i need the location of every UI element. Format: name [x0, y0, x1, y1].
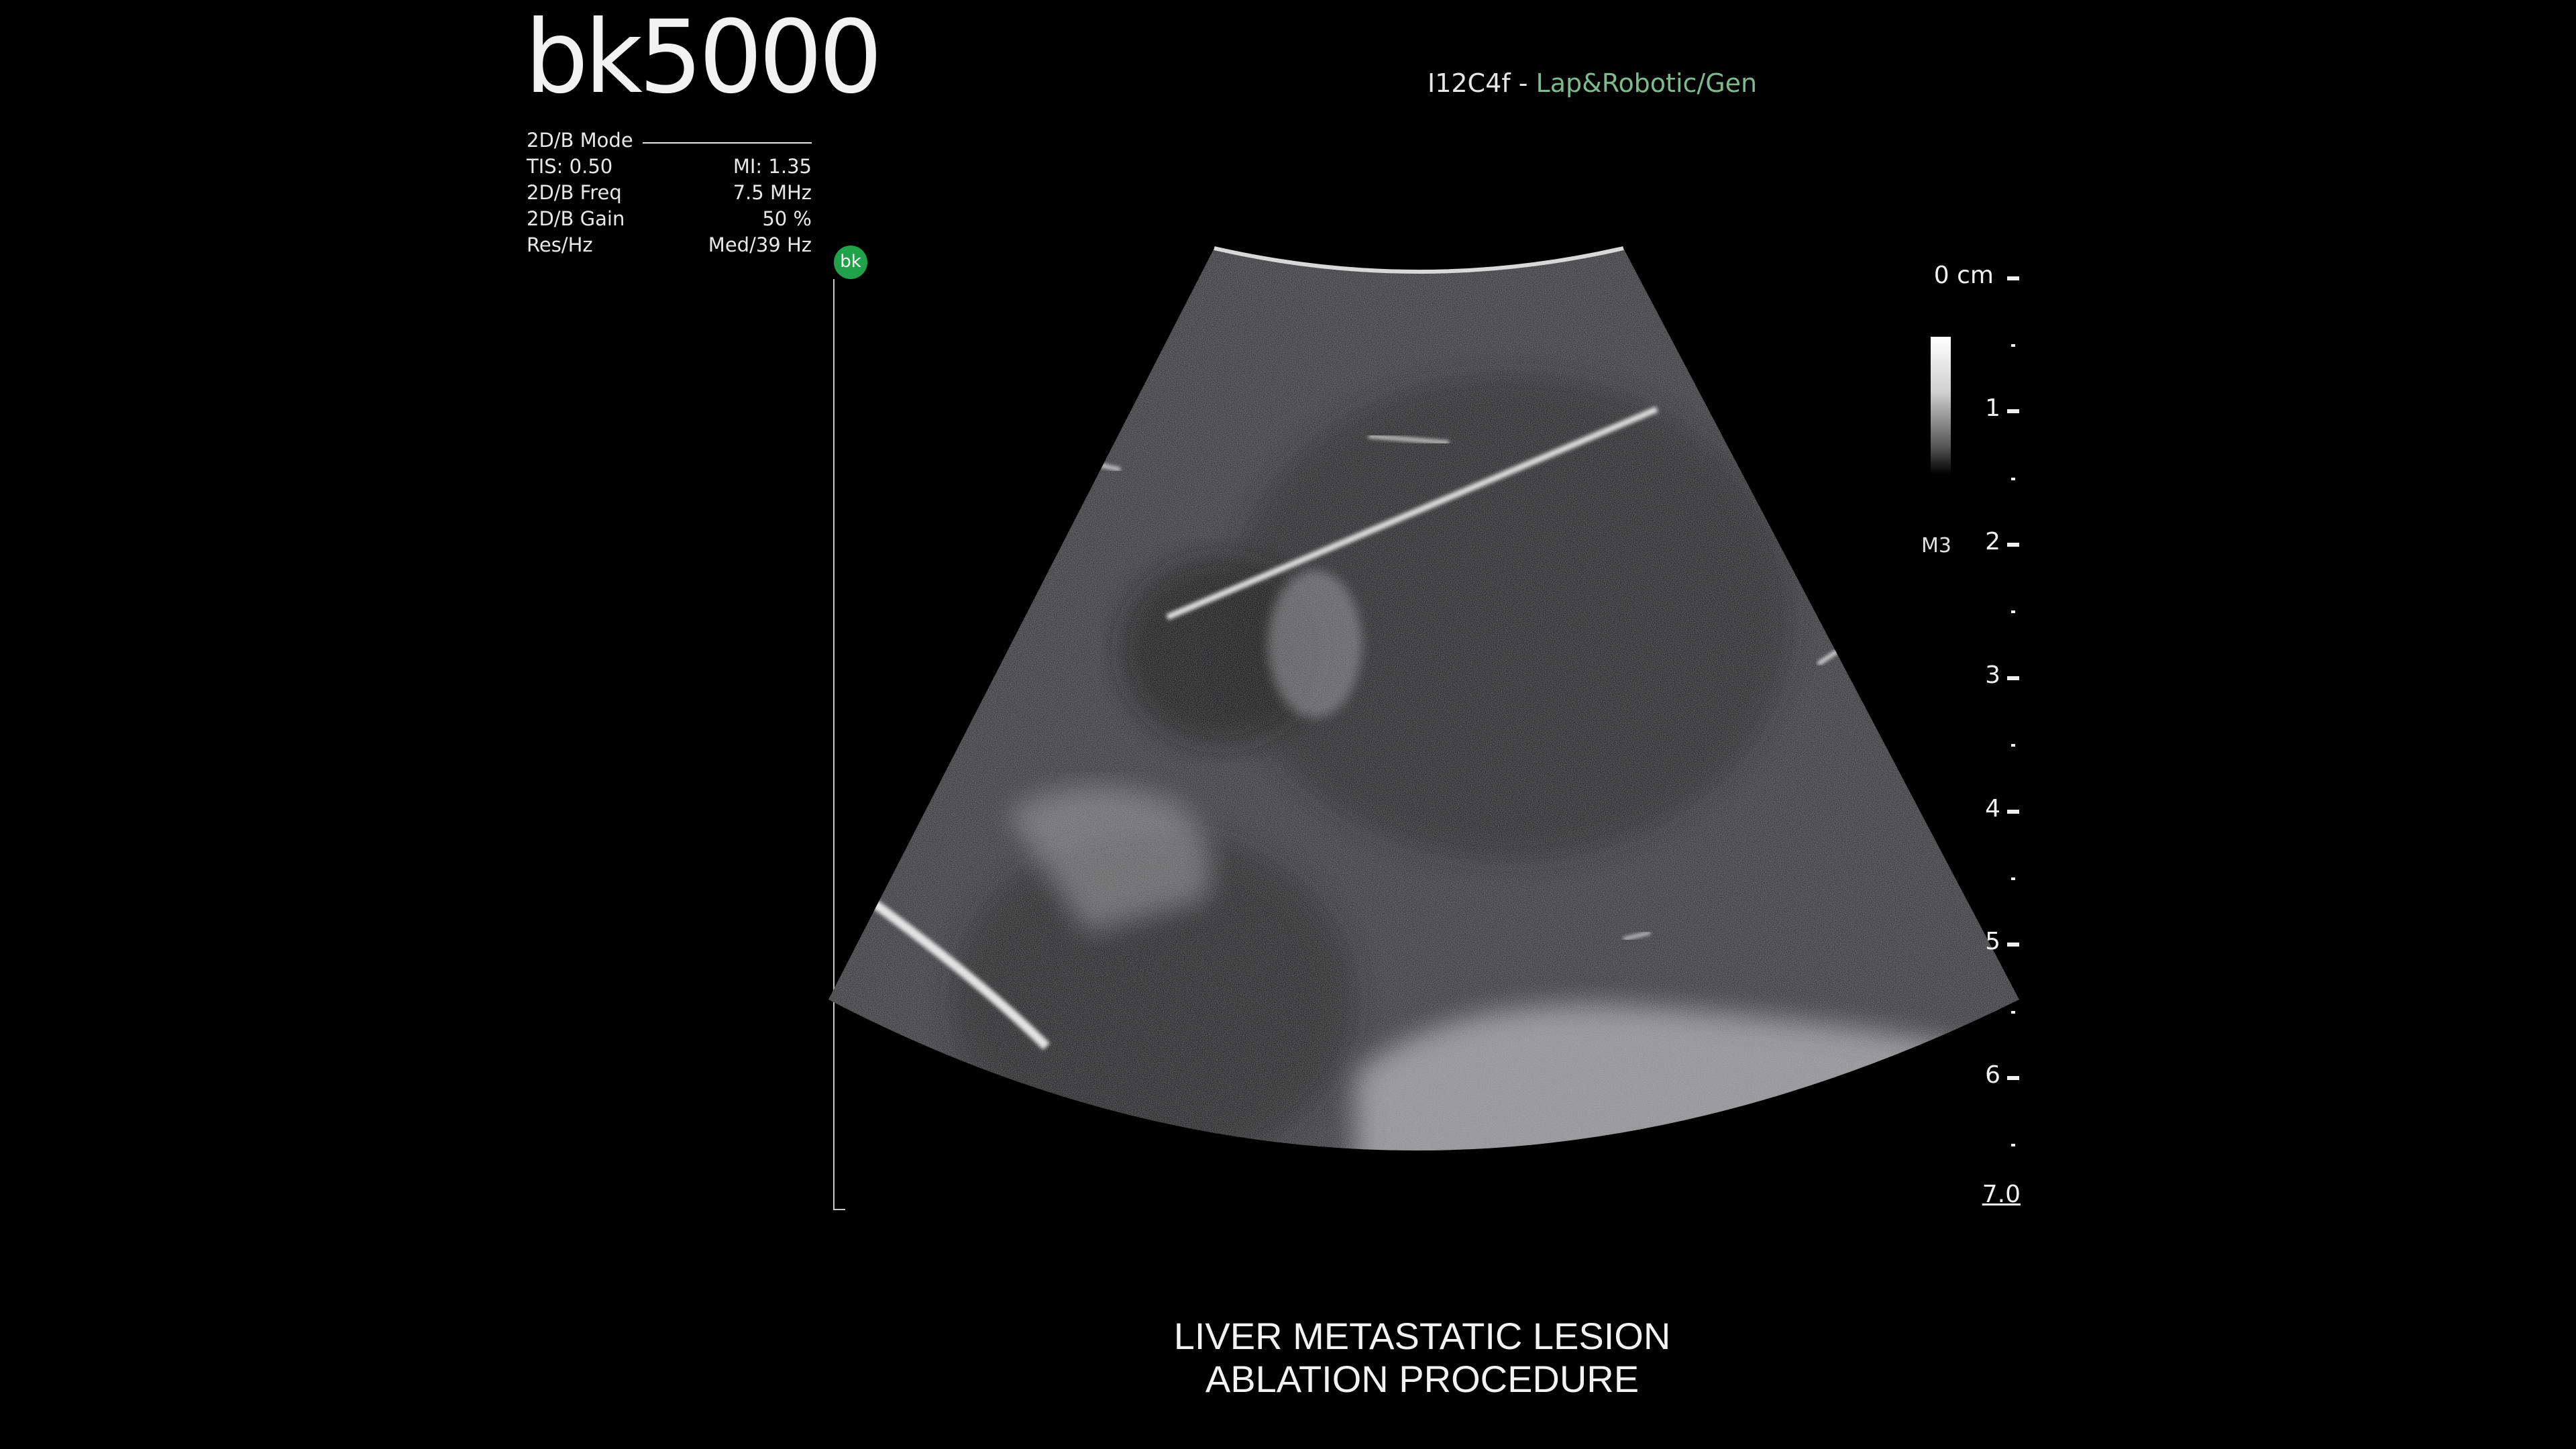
param-value: 7.5 MHz: [733, 181, 812, 204]
param-value: MI: 1.35: [733, 155, 812, 178]
depth-tick: [2007, 810, 2019, 814]
mode-row: 2D/B Mode: [527, 127, 812, 154]
depth-label: 1: [1985, 394, 2000, 422]
probe-name: I12C4f: [1428, 68, 1511, 98]
param-row: TIS: 0.50 MI: 1.35: [527, 154, 812, 180]
depth-label: 5: [1985, 928, 2000, 955]
depth-tick: [2011, 610, 2015, 613]
param-label: 2D/B Freq: [527, 181, 622, 204]
depth-tick: [2007, 543, 2019, 547]
depth-tick: [2007, 1076, 2019, 1080]
param-row: 2D/B Gain 50 %: [527, 206, 812, 232]
depth-tick: [2011, 344, 2015, 347]
param-row: Res/Hz Med/39 Hz: [527, 232, 812, 258]
caption-line-1: LIVER METASTATIC LESION: [1173, 1315, 1671, 1357]
preset-name: Lap&Robotic/Gen: [1536, 68, 1758, 98]
mode-underline: [642, 142, 812, 144]
depth-tick: [2011, 478, 2015, 480]
depth-label: 3: [1985, 661, 2000, 689]
depth-tick: [2011, 744, 2015, 747]
gray-map-label: M3: [1921, 534, 1951, 557]
sector-scan: [828, 248, 2019, 1150]
param-label: 2D/B Gain: [527, 207, 625, 230]
depth-label: 4: [1985, 795, 2000, 822]
param-label: TIS: 0.50: [527, 155, 613, 178]
imaging-parameters-panel: 2D/B Mode TIS: 0.50 MI: 1.35 2D/B Freq 7…: [527, 127, 812, 258]
param-row: 2D/B Freq 7.5 MHz: [527, 180, 812, 206]
depth-tick: [2011, 877, 2015, 880]
procedure-caption: LIVER METASTATIC LESION ABLATION PROCEDU…: [1020, 1315, 1825, 1401]
depth-tick: [2007, 676, 2019, 680]
param-label: Res/Hz: [527, 233, 593, 256]
depth-tick: [2011, 1144, 2015, 1146]
depth-label: 6: [1985, 1061, 2000, 1089]
depth-unit-label: 0 cm: [1933, 262, 1994, 289]
ultrasound-image: [828, 246, 2019, 1150]
probe-separator: -: [1510, 68, 1536, 98]
depth-tick: [2007, 943, 2019, 947]
param-value: Med/39 Hz: [708, 233, 812, 256]
gray-map-bar: [1931, 337, 1951, 474]
depth-tick: [2007, 409, 2019, 413]
bk5000-logo: bk5000: [525, 0, 883, 116]
depth-tick: [2011, 1011, 2015, 1014]
depth-tick: [2007, 276, 2019, 280]
depth-label: 2: [1985, 528, 2000, 555]
depth-max-label: 7.0: [1982, 1181, 2021, 1208]
probe-preset-label: I12C4f - Lap&Robotic/Gen: [1428, 68, 1757, 98]
caption-line-2: ABLATION PROCEDURE: [1205, 1358, 1640, 1400]
param-value: 50 %: [762, 207, 812, 230]
mode-label: 2D/B Mode: [527, 129, 633, 152]
